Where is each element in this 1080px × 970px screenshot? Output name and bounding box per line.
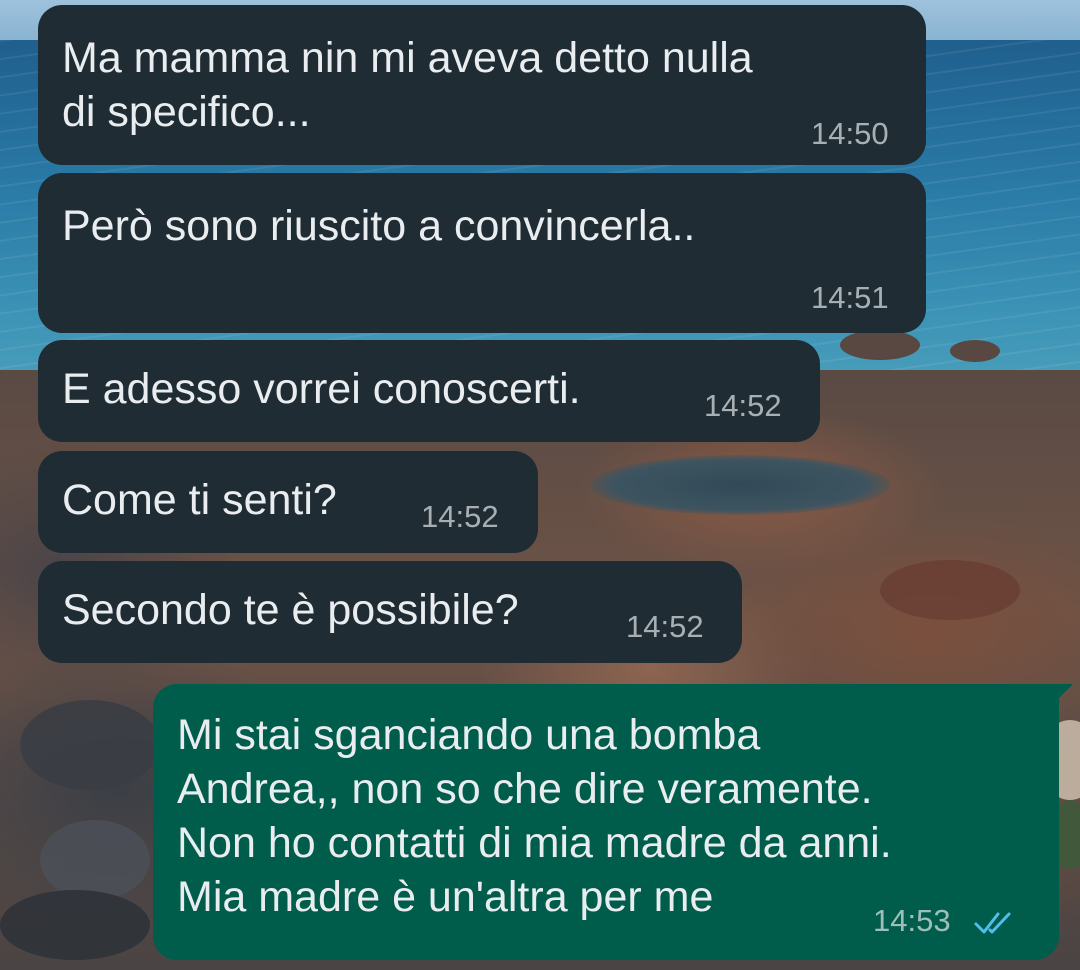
message-text: Ma mamma nin mi aveva detto nulla di spe…: [62, 34, 753, 136]
outgoing-message[interactable]: Mi stai sganciando una bomba Andrea,, no…: [153, 684, 1073, 960]
message-text: Come ti senti?: [62, 476, 337, 524]
message-timestamp: 14:51: [811, 280, 889, 315]
message-timestamp: 14:52: [626, 609, 704, 644]
conversation-view[interactable]: Ma mamma nin mi aveva detto nulla di spe…: [0, 0, 1080, 970]
incoming-message[interactable]: Come ti senti? 14:52: [38, 451, 538, 553]
incoming-message[interactable]: Secondo te è possibile? 14:52: [38, 561, 742, 663]
message-timestamp: 14:52: [704, 388, 782, 423]
double-check-read-icon: [974, 912, 1011, 934]
message-timestamp: 14:52: [421, 499, 499, 534]
message-timestamp: 14:50: [811, 116, 889, 151]
message-text: Però sono riuscito a convincerla..: [62, 202, 696, 250]
message-timestamp: 14:53: [873, 903, 951, 938]
incoming-message[interactable]: Però sono riuscito a convincerla.. 14:51: [38, 173, 926, 333]
message-text: Mi stai sganciando una bomba Andrea,, no…: [177, 711, 892, 921]
incoming-message[interactable]: Ma mamma nin mi aveva detto nulla di spe…: [38, 5, 926, 165]
incoming-message[interactable]: E adesso vorrei conoscerti. 14:52: [38, 340, 820, 442]
message-text: Secondo te è possibile?: [62, 586, 519, 634]
bubble-tail: [1051, 684, 1073, 706]
message-text: E adesso vorrei conoscerti.: [62, 365, 581, 413]
